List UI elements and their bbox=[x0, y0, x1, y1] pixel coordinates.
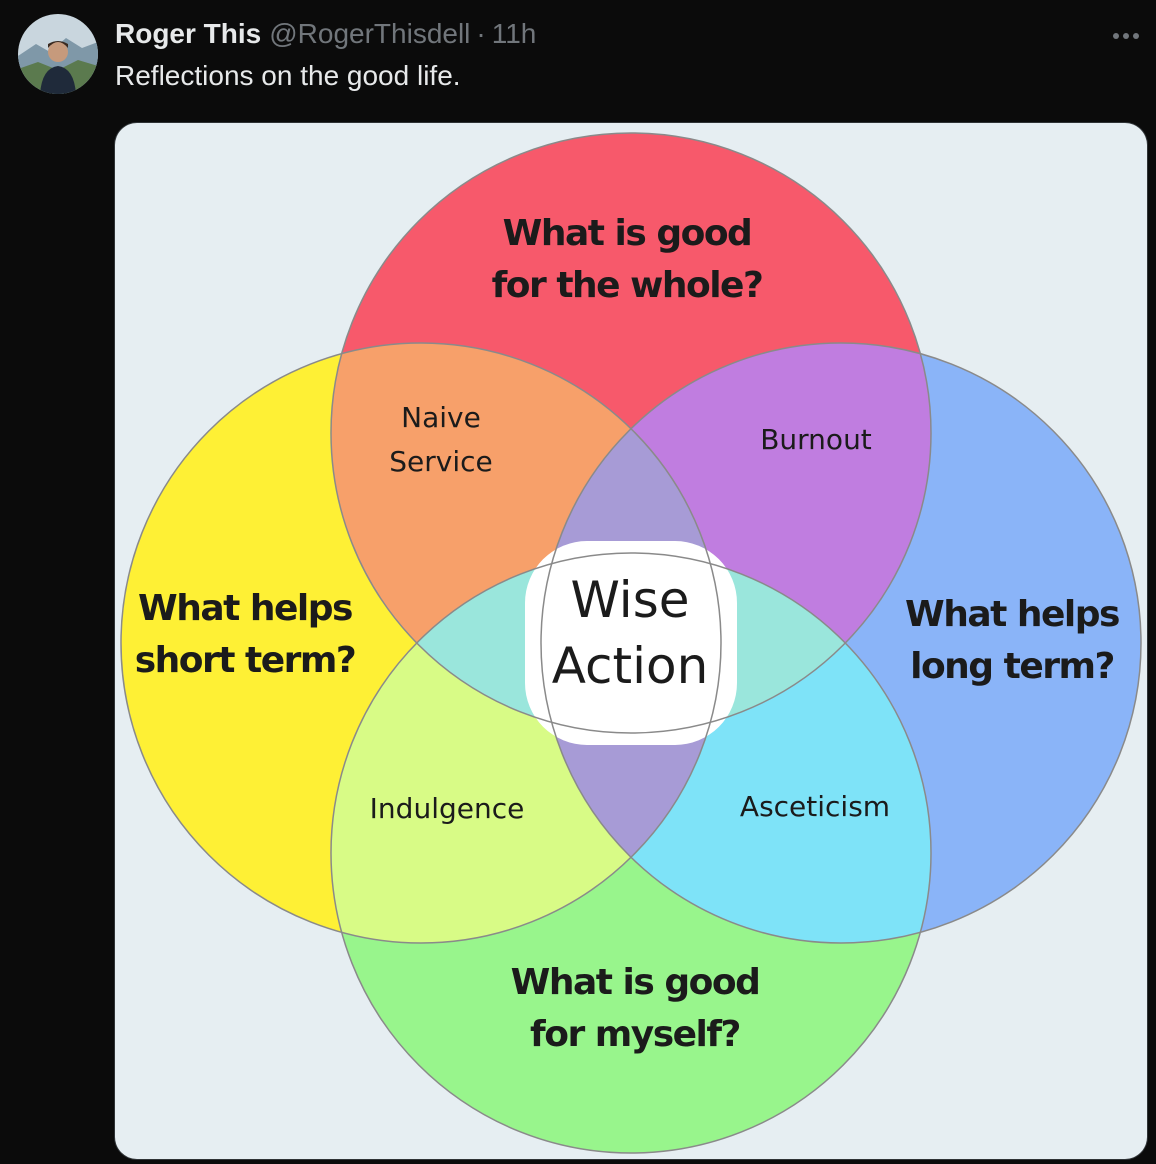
avatar[interactable] bbox=[18, 14, 98, 94]
tweet-text: Reflections on the good life. bbox=[115, 60, 461, 91]
label-long-term: What helps long term? bbox=[905, 594, 1120, 687]
label-asceticism: Asceticism bbox=[739, 790, 891, 823]
label-wise-action: Wise Action bbox=[551, 571, 709, 695]
tweet-header: Roger This @RogerThisdell · 11h bbox=[115, 18, 536, 58]
tweet-media-image[interactable]: What is good for the whole? What helps sho… bbox=[115, 123, 1147, 1159]
timestamp[interactable]: 11h bbox=[492, 18, 537, 50]
label-indulgence: Indulgence bbox=[369, 792, 525, 825]
separator-dot: · bbox=[476, 18, 486, 49]
label-naive-service: Naive Service bbox=[389, 401, 493, 478]
label-good-for-myself: What is good for myself? bbox=[510, 962, 761, 1055]
more-horizontal-icon[interactable] bbox=[1106, 16, 1146, 56]
label-good-for-whole: What is good for the whole? bbox=[491, 213, 764, 306]
label-short-term: What helps short term? bbox=[134, 588, 357, 681]
author-handle[interactable]: @RogerThisdell bbox=[269, 18, 470, 50]
author-name[interactable]: Roger This bbox=[115, 18, 261, 50]
label-burnout: Burnout bbox=[760, 423, 872, 456]
